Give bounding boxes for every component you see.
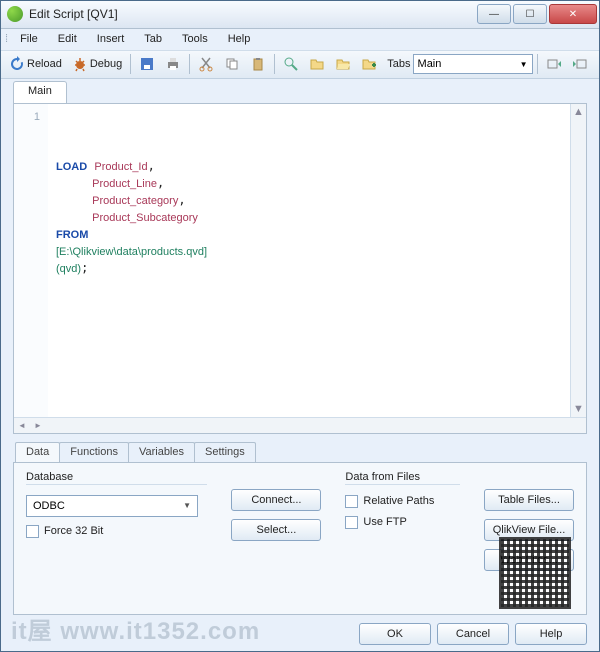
qr-code-icon	[499, 537, 571, 609]
close-button[interactable]: ✕	[549, 4, 597, 24]
select-button[interactable]: Select...	[231, 519, 321, 541]
tab-variables[interactable]: Variables	[128, 442, 195, 462]
tab-functions[interactable]: Functions	[59, 442, 129, 462]
path-literal: [E:\Qlikview\data\products.qvd]	[56, 246, 207, 258]
vertical-scrollbar[interactable]: ▲▼	[570, 104, 586, 417]
force-32bit-label: Force 32 Bit	[44, 525, 103, 537]
ok-button[interactable]: OK	[359, 623, 431, 645]
editor-tab-main[interactable]: Main	[13, 81, 67, 103]
maximize-button[interactable]: ☐	[513, 4, 547, 24]
copy-button[interactable]	[220, 54, 244, 74]
folder-open-button[interactable]	[331, 54, 355, 74]
editor-tab-strip: Main	[1, 79, 599, 103]
titlebar: Edit Script [QV1] — ☐ ✕	[1, 1, 599, 29]
menu-edit[interactable]: Edit	[48, 31, 87, 47]
folder-button[interactable]	[305, 54, 329, 74]
line-number: 1	[34, 111, 40, 123]
checkbox-icon	[345, 516, 358, 529]
reload-label: Reload	[27, 58, 62, 70]
toolbar-separator	[537, 54, 538, 74]
tab-left-icon	[546, 56, 562, 72]
window-controls: — ☐ ✕	[477, 4, 597, 24]
dropdown-arrow-icon: ▼	[183, 501, 191, 510]
checkbox-icon	[345, 495, 358, 508]
cancel-button[interactable]: Cancel	[437, 623, 509, 645]
watermark-text: it屋 www.it1352.com	[11, 611, 260, 646]
search-icon	[283, 56, 299, 72]
database-select[interactable]: ODBC ▼	[26, 495, 198, 517]
bottom-tab-strip: Data Functions Variables Settings	[1, 440, 599, 462]
copy-icon	[224, 56, 240, 72]
toolbar-separator	[189, 54, 190, 74]
toolbar: Reload Debug Tabs Main ▼	[1, 51, 599, 79]
bug-icon	[72, 56, 88, 72]
print-button[interactable]	[161, 54, 185, 74]
database-group-label: Database	[26, 471, 207, 485]
files-group-label: Data from Files	[345, 471, 460, 485]
tabs-dropdown[interactable]: Main ▼	[413, 54, 533, 74]
folder-add-button[interactable]	[357, 54, 381, 74]
use-ftp-label: Use FTP	[363, 516, 406, 528]
fld-1: Product_Id	[94, 161, 147, 173]
tabs-selected-value: Main	[418, 58, 442, 70]
dropdown-arrow-icon: ▼	[520, 60, 528, 69]
app-icon	[7, 6, 23, 22]
reload-button[interactable]: Reload	[5, 54, 66, 74]
toolbar-separator	[274, 54, 275, 74]
print-icon	[165, 56, 181, 72]
paste-button[interactable]	[246, 54, 270, 74]
tab-nav-right-button[interactable]	[568, 54, 592, 74]
tabs-label: Tabs	[387, 58, 410, 70]
fld-4: Product_Subcategory	[92, 212, 198, 224]
fmt-literal: (qvd)	[56, 263, 81, 275]
tab-right-icon	[572, 56, 588, 72]
table-files-button[interactable]: Table Files...	[484, 489, 574, 511]
line-gutter: 1	[14, 104, 48, 417]
save-icon	[139, 56, 155, 72]
connect-button[interactable]: Connect...	[231, 489, 321, 511]
cut-icon	[198, 56, 214, 72]
tab-nav-left-button[interactable]	[542, 54, 566, 74]
edit-script-window: Edit Script [QV1] — ☐ ✕ ⁞ File Edit Inse…	[0, 0, 600, 652]
relative-paths-label: Relative Paths	[363, 495, 434, 507]
reload-icon	[9, 56, 25, 72]
database-value: ODBC	[33, 500, 65, 512]
folder-plus-icon	[361, 56, 377, 72]
tab-data[interactable]: Data	[15, 442, 60, 462]
kw-from: FROM	[56, 229, 88, 241]
use-ftp-checkbox[interactable]: Use FTP	[345, 516, 460, 529]
paste-icon	[250, 56, 266, 72]
menubar: ⁞ File Edit Insert Tab Tools Help	[1, 29, 599, 51]
relative-paths-checkbox[interactable]: Relative Paths	[345, 495, 460, 508]
script-editor: 1 LOAD Product_Id, Product_Line, Product…	[13, 103, 587, 434]
horizontal-scrollbar[interactable]	[14, 417, 586, 433]
debug-button[interactable]: Debug	[68, 54, 126, 74]
folder-icon	[309, 56, 325, 72]
kw-load: LOAD	[56, 161, 87, 173]
tab-settings[interactable]: Settings	[194, 442, 256, 462]
toolbar-separator	[130, 54, 131, 74]
save-button[interactable]	[135, 54, 159, 74]
checkbox-icon	[26, 525, 39, 538]
menu-help[interactable]: Help	[218, 31, 261, 47]
window-title: Edit Script [QV1]	[29, 7, 477, 21]
minimize-button[interactable]: —	[477, 4, 511, 24]
menu-insert[interactable]: Insert	[87, 31, 135, 47]
code-area[interactable]: LOAD Product_Id, Product_Line, Product_c…	[48, 104, 570, 417]
menu-file[interactable]: File	[10, 31, 48, 47]
help-button[interactable]: Help	[515, 623, 587, 645]
menubar-grip-icon: ⁞	[5, 33, 6, 45]
menu-tab[interactable]: Tab	[134, 31, 172, 47]
find-button[interactable]	[279, 54, 303, 74]
folder-open-icon	[335, 56, 351, 72]
debug-label: Debug	[90, 58, 122, 70]
fld-3: Product_category	[92, 195, 178, 207]
fld-2: Product_Line	[92, 178, 157, 190]
dialog-buttons: OK Cancel Help	[359, 623, 587, 645]
cut-button[interactable]	[194, 54, 218, 74]
force-32bit-checkbox[interactable]: Force 32 Bit	[26, 525, 207, 538]
menu-tools[interactable]: Tools	[172, 31, 218, 47]
